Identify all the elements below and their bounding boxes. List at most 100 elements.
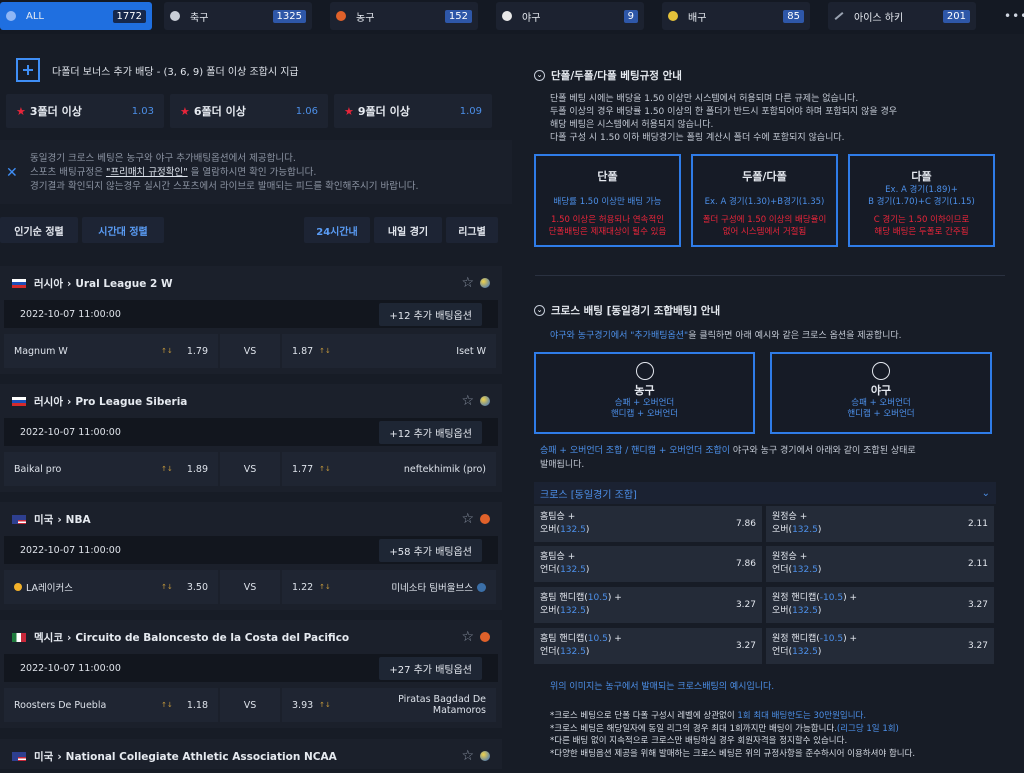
- sport-tab-baseball[interactable]: 야구 9: [496, 2, 644, 30]
- cell-number: 132.5: [792, 525, 818, 535]
- league-name[interactable]: 멕시코 › Circuito de Baloncesto de la Costa d…: [34, 630, 461, 645]
- league-name[interactable]: 러시아 › Pro League Siberia: [34, 394, 461, 409]
- box-blue-text: Ex. A 경기(1.30)+B경기(1.35): [704, 197, 825, 207]
- league-name[interactable]: 미국 › National Collegiate Athletic Associat…: [34, 749, 461, 764]
- trend-icon: ↑↓: [161, 465, 173, 473]
- cell-line: 언더(132.5): [772, 647, 822, 657]
- favorite-star-icon[interactable]: ☆: [461, 629, 474, 645]
- sort-time-button[interactable]: 시간대 정렬: [82, 217, 164, 243]
- star-icon: ★: [16, 104, 26, 118]
- filter-league-button[interactable]: 리그별: [446, 217, 498, 243]
- cross-odds-cell[interactable]: 원정승 + 오버(132.5) 2.11: [766, 506, 994, 542]
- trend-icon: ↑↓: [319, 583, 331, 591]
- cell-line: 홈팀 핸디캡(10.5) +: [540, 633, 736, 646]
- home-team: Roosters De Puebla: [14, 699, 107, 711]
- cell-text: 원정 핸디캡(: [772, 634, 820, 644]
- cross-section-title[interactable]: ⌄ 크로스 배팅 [동일경기 조합배팅] 안내: [534, 303, 720, 318]
- bonus-9-fold: ★ 9폴더 이상 1.09: [334, 94, 492, 128]
- rules-line: 해당 베팅은 시스템에서 허용되지 않습니다.: [550, 120, 714, 130]
- odds-row: LA레이커스 ↑↓ 3.50 VS 1.22 ↑↓ 미네소타 팀버울브스: [4, 570, 498, 604]
- sport-tab-all[interactable]: ALL 1772: [0, 2, 152, 30]
- star-icon: ★: [344, 104, 354, 118]
- rules-section-title[interactable]: ⌄ 단폴/두폴/다폴 베팅규정 안내: [534, 68, 682, 83]
- trend-icon: ↑↓: [161, 701, 173, 709]
- away-odds: 1.87: [292, 345, 314, 357]
- away-team: neftekhimik (pro): [403, 463, 486, 475]
- cross-odds-cell[interactable]: 홈팀승 + 언더(132.5) 7.86: [534, 546, 762, 582]
- team-logo-icon: [14, 583, 22, 591]
- star-icon: ★: [180, 104, 190, 118]
- cross-odds-cell[interactable]: 원정승 + 언더(132.5) 2.11: [766, 546, 994, 582]
- favorite-star-icon[interactable]: ☆: [461, 748, 474, 764]
- extra-options-button[interactable]: +12 추가 배팅옵션: [379, 420, 482, 444]
- match-card: 미국 › National Collegiate Athletic Associat…: [0, 739, 502, 769]
- league-name[interactable]: 미국 › NBA: [34, 512, 461, 527]
- notice-text-part: 을 열람하시면 확인 가능합니다.: [187, 167, 317, 178]
- combo-highlight: 승패 + 오버언더 조합 / 핸디캡 + 오버언더 조합이: [540, 446, 731, 456]
- home-odds-button[interactable]: Roosters De Puebla ↑↓ 1.18: [4, 688, 218, 722]
- cell-text: 언더(: [540, 647, 561, 657]
- league-name[interactable]: 러시아 › Ural League 2 W: [34, 276, 461, 291]
- cross-odds-cell[interactable]: 홈팀승 + 오버(132.5) 7.86: [534, 506, 762, 542]
- prematch-rule-link[interactable]: "프리매치 규정확인": [106, 167, 188, 178]
- sort-popular-button[interactable]: 인기순 정렬: [0, 217, 78, 243]
- double-fold-box: 두폴/다폴 Ex. A 경기(1.30)+B경기(1.35) 폴더 구성에 1.…: [691, 154, 838, 247]
- cell-line: 오버(132.5): [540, 606, 590, 616]
- cell-text: 오버(: [540, 606, 561, 616]
- cross-box-line: 핸디캡 + 오버언더: [847, 409, 915, 419]
- favorite-star-icon[interactable]: ☆: [461, 275, 474, 291]
- sport-tab-soccer[interactable]: 축구 1325: [164, 2, 312, 30]
- bonus-odds: 1.06: [295, 105, 318, 117]
- cross-odds-cell[interactable]: 원정 핸디캡(-10.5) + 언더(132.5) 3.27: [766, 628, 994, 664]
- bonus-odds: 1.09: [459, 105, 482, 117]
- trend-icon: ↑↓: [319, 701, 331, 709]
- filter-24h-button[interactable]: 24시간내: [304, 217, 370, 243]
- sport-tab-basketball[interactable]: 농구 152: [330, 2, 478, 30]
- cross-odds-cell[interactable]: 원정 핸디캡(-10.5) + 오버(132.5) 3.27: [766, 587, 994, 623]
- cross-description: 야구와 농구경기에서 "추가배팅옵션"을 클릭하면 아래 예시와 같은 크로스 …: [550, 328, 902, 341]
- country-name: 러시아: [34, 277, 63, 290]
- box-red-text: C 경기는 1.50 이하이므로: [873, 215, 970, 225]
- team-logo-icon: [477, 582, 486, 592]
- favorite-star-icon[interactable]: ☆: [461, 393, 474, 409]
- sport-tab-volleyball[interactable]: 배구 85: [662, 2, 810, 30]
- trend-icon: ↑↓: [319, 465, 331, 473]
- extra-options-button[interactable]: +12 추가 배팅옵션: [379, 302, 482, 326]
- cell-line: 원정승 +: [772, 552, 808, 562]
- away-odds-button[interactable]: 1.22 ↑↓ 미네소타 팀버울브스: [282, 570, 496, 604]
- sport-tab-hockey[interactable]: 아이스 하키 201: [828, 2, 976, 30]
- match-header: 미국 › National Collegiate Athletic Associat…: [0, 739, 502, 773]
- away-odds-button[interactable]: 1.87 ↑↓ Iset W: [282, 334, 496, 368]
- multi-fold-box: 다폴 Ex. A 경기(1.89)+ B 경기(1.70)+C 경기(1.15)…: [848, 154, 995, 247]
- cross-market-title: 크로스 [동일경기 조합]: [540, 489, 637, 501]
- home-odds-button[interactable]: Baikal pro ↑↓ 1.89: [4, 452, 218, 486]
- rules-line: 단폴 베팅 시에는 배당을 1.50 이상만 시스템에서 허용되며 다른 규제는…: [550, 94, 859, 104]
- home-team: Magnum W: [14, 345, 68, 357]
- vs-label: VS: [243, 345, 257, 357]
- home-odds-button[interactable]: LA레이커스 ↑↓ 3.50: [4, 570, 218, 604]
- rules-text: 단폴 베팅 시에는 배당을 1.50 이상만 시스템에서 허용되며 다른 규제는…: [550, 93, 897, 145]
- away-odds-button[interactable]: 1.77 ↑↓ neftekhimik (pro): [282, 452, 496, 486]
- soccer-icon: [170, 11, 180, 21]
- away-odds-button[interactable]: 3.93 ↑↓ Piratas Bagdad De Matamoros: [282, 688, 496, 722]
- home-team: Baikal pro: [14, 463, 62, 475]
- cross-market-header[interactable]: 크로스 [동일경기 조합] ⌄: [534, 482, 996, 504]
- combo-text: 발매됩니다.: [540, 460, 585, 470]
- filter-tomorrow-button[interactable]: 내일 경기: [374, 217, 442, 243]
- match-date: 2022-10-07 11:00:00: [20, 544, 121, 556]
- favorite-star-icon[interactable]: ☆: [461, 511, 474, 527]
- rule-text: *다른 배팅 없이 지속적으로 크로스만 배팅하실 경우 회원자격을 정지할수 …: [550, 736, 848, 746]
- cross-odds-cell[interactable]: 홈팀 핸디캡(10.5) + 오버(132.5) 3.27: [534, 587, 762, 623]
- box-red-text: 폴더 구성에 1.50 이상의 배당율이: [702, 215, 827, 225]
- home-odds-button[interactable]: Magnum W ↑↓ 1.79: [4, 334, 218, 368]
- cross-box-title: 농구: [634, 384, 655, 397]
- cell-number: 132.5: [792, 647, 818, 657]
- extra-options-button[interactable]: +58 추가 배팅옵션: [379, 538, 482, 562]
- bonus-label: 3폴더 이상: [29, 105, 82, 118]
- cross-rule-line: *크로스 베팅은 해당일자에 동일 리그의 경우 최대 1회까지만 배팅이 가능…: [550, 723, 915, 736]
- match-header: 러시아 › Pro League Siberia ☆: [0, 384, 502, 418]
- cross-odds-cell[interactable]: 홈팀 핸디캡(10.5) + 언더(132.5) 3.27: [534, 628, 762, 664]
- extra-options-button[interactable]: +27 추가 배팅옵션: [379, 656, 482, 680]
- more-icon[interactable]: •••: [1004, 9, 1024, 23]
- match-card: 러시아 › Ural League 2 W ☆ 2022-10-07 11:00:0…: [0, 266, 502, 374]
